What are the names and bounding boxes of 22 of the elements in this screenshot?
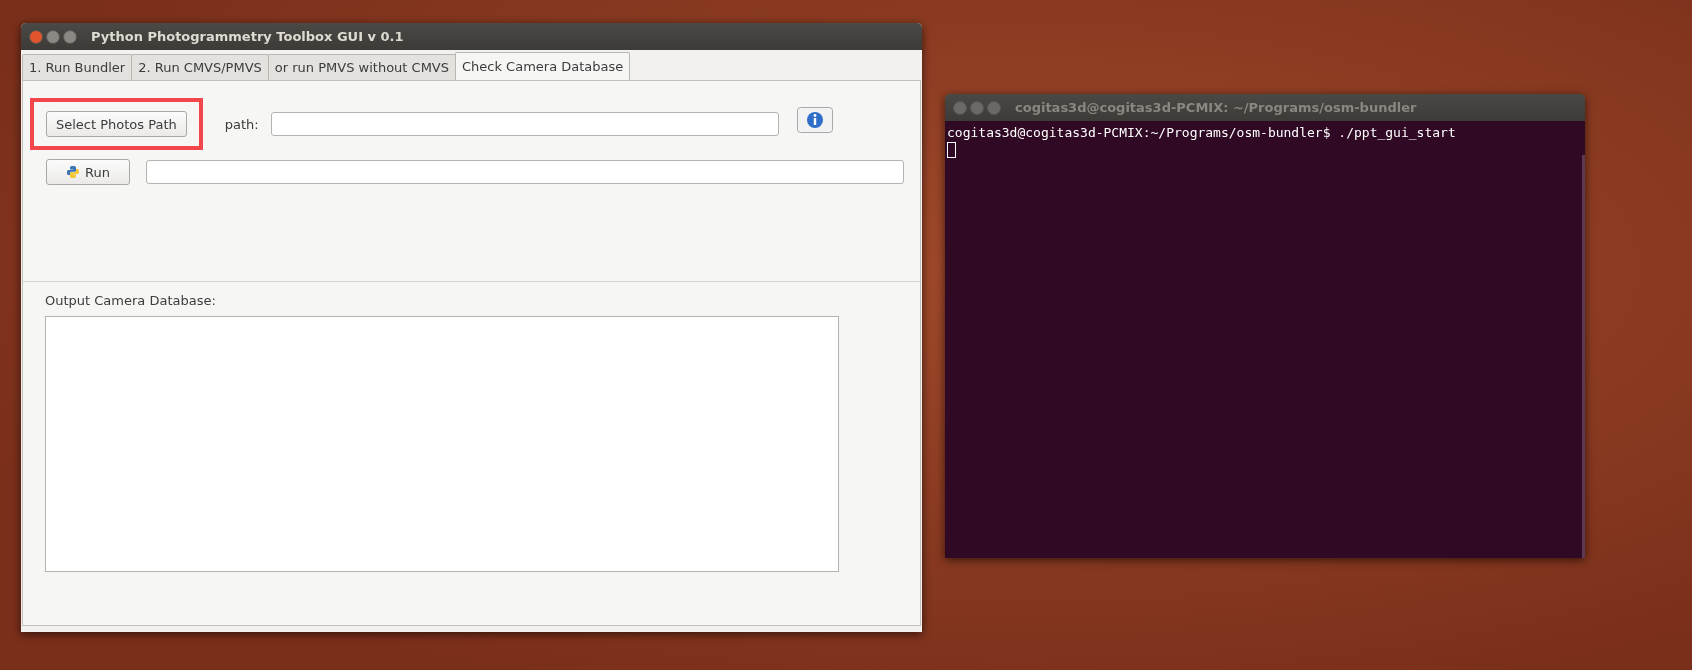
window-title: Python Photogrammetry Toolbox GUI v 0.1 — [91, 29, 404, 44]
maximize-icon[interactable] — [987, 100, 1001, 115]
tab[interactable]: 2. Run CMVS/PMVS — [131, 54, 269, 80]
close-icon[interactable] — [953, 100, 967, 115]
minimize-icon[interactable] — [46, 29, 60, 44]
select-photos-button[interactable]: Select Photos Path — [46, 111, 187, 137]
info-icon[interactable] — [796, 107, 833, 133]
tab[interactable]: Check Camera Database — [455, 52, 631, 80]
path-field[interactable] — [270, 112, 779, 136]
terminal-line: cogitas3d@cogitas3d-PCMIX:~/Programs/osm-bundler$ ./ppt_gui_start — [947, 125, 1457, 140]
python-icon — [66, 165, 81, 179]
output-label: Output Camera Database: — [44, 293, 217, 308]
terminal-title: cogitas3d@cogitas3d-PCMIX: ~/Programs/osm-bundler — [1015, 100, 1417, 115]
run-output-field[interactable] — [146, 160, 904, 184]
minimize-icon[interactable] — [970, 100, 984, 115]
run-button[interactable]: Run — [46, 159, 130, 185]
path-label: path: — [224, 116, 259, 132]
tab[interactable]: or run PMVS without CMVS — [267, 54, 456, 80]
text-cursor — [947, 142, 956, 158]
tab[interactable]: 1. Run Bundler — [22, 54, 133, 80]
close-icon[interactable] — [29, 29, 43, 44]
maximize-icon[interactable] — [63, 29, 77, 44]
